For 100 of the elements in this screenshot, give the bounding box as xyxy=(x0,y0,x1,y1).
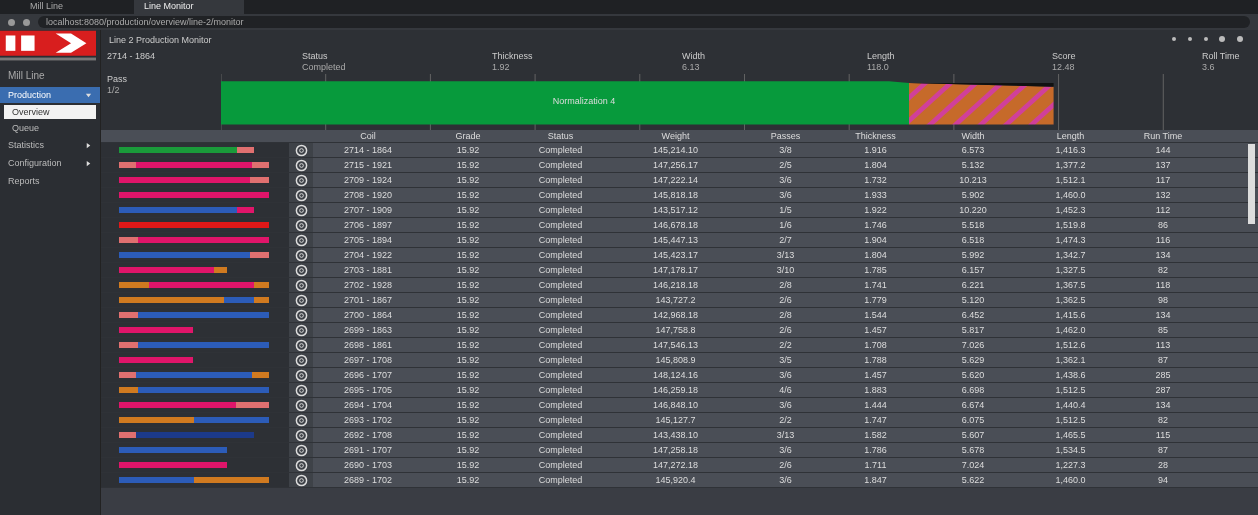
table-cell-text: 1.444 xyxy=(863,400,888,410)
gear-icon[interactable] xyxy=(294,203,308,217)
table-cell-text: 118 xyxy=(1154,280,1172,290)
gear-icon[interactable] xyxy=(294,188,308,202)
table-cell-text: 3/8 xyxy=(778,145,793,155)
browser-tab[interactable]: Mill Line xyxy=(20,0,130,14)
table-cell-text: 5.992 xyxy=(960,250,986,260)
table-cell-text: 146,259.18 xyxy=(651,385,699,395)
table-cell-text: 145,423.17 xyxy=(651,250,699,260)
gear-icon[interactable] xyxy=(294,143,308,157)
table-cell-text: 15.92 xyxy=(455,145,481,155)
gear-icon[interactable] xyxy=(294,263,308,277)
gear-icon[interactable] xyxy=(294,308,308,322)
browser-tab[interactable]: Line Monitor xyxy=(134,0,244,14)
table-cell-text: 287 xyxy=(1154,385,1172,395)
gear-icon[interactable] xyxy=(294,173,308,187)
gear-icon[interactable] xyxy=(294,248,308,262)
table-cell-text: Completed xyxy=(537,340,584,350)
table-cell-text: 15.92 xyxy=(455,235,481,245)
gear-icon[interactable] xyxy=(294,428,308,442)
table-cell-text: 116 xyxy=(1154,235,1172,245)
gear-icon[interactable] xyxy=(294,323,308,337)
gear-icon[interactable] xyxy=(294,353,308,367)
table-cell-text: 1.711 xyxy=(863,460,888,470)
table-cell-text: 6.452 xyxy=(960,310,986,320)
table-cell-text: 2691 - 1707 xyxy=(342,445,393,455)
table-cell-text: 6.698 xyxy=(960,385,986,395)
gear-icon[interactable] xyxy=(294,293,308,307)
table-cell-text: 15.92 xyxy=(455,190,481,200)
scrollbar[interactable] xyxy=(1248,144,1255,224)
table-cell-text: 148,124.16 xyxy=(651,370,699,380)
gear-icon[interactable] xyxy=(294,158,308,172)
field-value: 6.13 xyxy=(682,62,701,72)
gear-icon[interactable] xyxy=(294,413,308,427)
reload-icon[interactable] xyxy=(23,18,30,26)
column-header[interactable]: Grade xyxy=(423,131,513,141)
table-cell-text: 145,818.18 xyxy=(651,190,699,200)
table-cell-text: 2708 - 1920 xyxy=(342,190,393,200)
sidebar-subitem[interactable]: Queue xyxy=(4,121,96,135)
table-cell-text: 2714 - 1864 xyxy=(342,145,393,155)
table-cell-text: 1,460.0 xyxy=(1054,475,1087,485)
column-header[interactable]: Passes xyxy=(743,131,828,141)
table-cell-text: 1.732 xyxy=(863,175,888,185)
table-cell-text: Completed xyxy=(537,370,584,380)
table-cell-text: Completed xyxy=(537,460,584,470)
table-cell-text: Completed xyxy=(537,160,584,170)
table-cell-text: 5.132 xyxy=(960,160,986,170)
table-cell-text: 1.922 xyxy=(863,205,888,215)
table-cell-text: 1,327.5 xyxy=(1054,265,1087,275)
table-cell-text: 1.788 xyxy=(863,355,888,365)
table-cell-text: 10.213 xyxy=(958,175,988,185)
gear-icon[interactable] xyxy=(294,443,308,457)
sidebar-item[interactable]: Reports xyxy=(0,173,100,189)
column-header[interactable]: Run Time xyxy=(1118,131,1208,141)
sidebar-item[interactable]: Statistics xyxy=(0,137,100,153)
column-header[interactable]: Thickness xyxy=(828,131,923,141)
table-cell-text: 147,256.17 xyxy=(651,160,699,170)
sidebar-subitem[interactable]: Overview xyxy=(4,105,96,119)
table-cell-text: Completed xyxy=(537,310,584,320)
column-header[interactable]: Coil xyxy=(313,131,423,141)
column-header[interactable]: Length xyxy=(1023,131,1118,141)
table-cell-text: 1,512.1 xyxy=(1054,175,1087,185)
table-cell-text: 145,127.7 xyxy=(654,415,697,425)
table-cell-text: 147,758.8 xyxy=(654,325,697,335)
gear-icon[interactable] xyxy=(294,398,308,412)
table-cell-text: 2/8 xyxy=(778,280,793,290)
table-cell-text: 1.904 xyxy=(863,235,888,245)
pass-label: Pass xyxy=(107,74,128,84)
gear-icon[interactable] xyxy=(294,383,308,397)
column-header[interactable]: Width xyxy=(923,131,1023,141)
chevron-right-icon[interactable] xyxy=(85,159,92,167)
column-header[interactable]: Status xyxy=(513,131,608,141)
table-cell-text: 2690 - 1703 xyxy=(342,460,393,470)
address-field[interactable]: localhost:8080/production/overview/line-2/monitor xyxy=(38,16,1250,28)
gear-icon[interactable] xyxy=(294,458,308,472)
table-cell-text: Completed xyxy=(537,415,584,425)
table-cell-text: 1.883 xyxy=(863,385,888,395)
table-cell-text: 2698 - 1861 xyxy=(342,340,393,350)
table-cell-text: 2/5 xyxy=(778,160,793,170)
table-cell-text: 147,178.17 xyxy=(651,265,699,275)
sidebar-item[interactable]: Production xyxy=(0,87,100,103)
gear-icon[interactable] xyxy=(294,218,308,232)
column-header[interactable]: Weight xyxy=(608,131,743,141)
table-cell-text: Completed xyxy=(537,235,584,245)
gear-icon[interactable] xyxy=(294,473,308,487)
gear-icon[interactable] xyxy=(294,233,308,247)
table-cell-text: 3/5 xyxy=(778,355,793,365)
table-cell-text: 134 xyxy=(1154,250,1172,260)
table-cell-text: 2703 - 1881 xyxy=(342,265,393,275)
table-cell-text: 1,227.3 xyxy=(1054,460,1087,470)
chevron-down-icon[interactable] xyxy=(85,91,92,99)
sidebar-item[interactable]: Configuration xyxy=(0,155,100,171)
back-icon[interactable] xyxy=(8,18,15,26)
chevron-right-icon[interactable] xyxy=(85,141,92,149)
table-cell-text: Completed xyxy=(537,475,584,485)
table-cell-text: 15.92 xyxy=(455,160,481,170)
gear-icon[interactable] xyxy=(294,368,308,382)
gear-icon[interactable] xyxy=(294,278,308,292)
gear-icon[interactable] xyxy=(294,338,308,352)
table-cell-text: 147,222.14 xyxy=(651,175,699,185)
